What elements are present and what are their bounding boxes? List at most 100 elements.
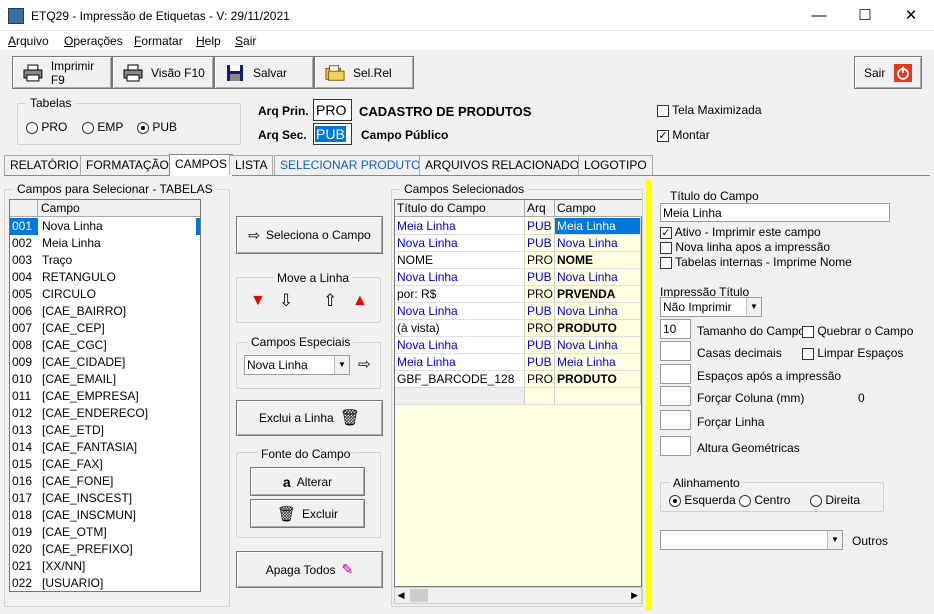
align-centro-radio[interactable] <box>739 494 751 507</box>
horizontal-scrollbar[interactable]: ◀ ▶ <box>394 587 642 604</box>
list-item[interactable]: 008 [CAE_CGC] <box>10 337 200 354</box>
seleciona-campo-button[interactable]: ⇨ Seleciona o Campo <box>236 216 383 254</box>
move-up-red-icon[interactable]: ▲ <box>352 292 368 310</box>
chevron-down-icon[interactable]: ▼ <box>334 356 349 374</box>
casas-decimais-input[interactable] <box>660 341 691 361</box>
tab-logotipo[interactable]: LOGOTIPO <box>578 155 653 175</box>
tela-maximizada-checkbox[interactable] <box>657 104 669 117</box>
arq-sec-field[interactable]: PUB <box>313 123 352 145</box>
tabelas-internas-option[interactable]: Tabelas internas - Imprime Nome <box>660 255 852 269</box>
table-row[interactable]: GBF_BARCODE_128 PRO PRODUTO <box>395 371 642 388</box>
list-item[interactable]: 016 [CAE_FONE] <box>10 473 200 490</box>
campos-col-header[interactable]: Campo <box>38 201 80 215</box>
col-arq-header[interactable]: Arq <box>525 200 555 216</box>
tab-relatorio[interactable]: RELATÓRIO <box>4 155 85 175</box>
list-item[interactable]: 013 [CAE_ETD] <box>10 422 200 439</box>
list-item[interactable]: 020 [CAE_PREFIXO] <box>10 541 200 558</box>
list-item[interactable]: 021 [XX/NN] <box>10 558 200 575</box>
save-button[interactable]: Salvar <box>214 56 314 89</box>
menu-help[interactable]: Help <box>196 34 221 48</box>
ativo-option[interactable]: ✓ Ativo - Imprimir este campo <box>660 225 821 239</box>
list-item[interactable]: 006 [CAE_BAIRRO] <box>10 303 200 320</box>
tab-lista[interactable]: LISTA <box>229 155 274 175</box>
table-row[interactable]: Meia Linha PUB Meia Linha <box>395 218 642 235</box>
align-esquerda-radio[interactable] <box>669 494 681 507</box>
list-item[interactable]: 004 RETANGULO <box>10 269 200 286</box>
minimize-button[interactable]: — <box>796 0 842 31</box>
move-down-outline-icon[interactable]: ⇩ <box>279 291 293 311</box>
list-item[interactable]: 017 [CAE_INSCEST] <box>10 490 200 507</box>
close-button[interactable]: ✕ <box>888 0 934 31</box>
radio-pro[interactable]: PRO <box>26 120 67 134</box>
list-item[interactable]: 002 Meia Linha <box>10 235 200 252</box>
print-button[interactable]: Imprimir F9 <box>12 56 112 89</box>
list-item[interactable]: 010 [CAE_EMAIL] <box>10 371 200 388</box>
nova-linha-option[interactable]: Nova linha apos a impressão <box>660 240 830 254</box>
list-item[interactable]: 005 CIRCULO <box>10 286 200 303</box>
table-row[interactable]: Nova Linha PUB Nova Linha <box>395 269 642 286</box>
table-row[interactable]: Nova Linha PUB Nova Linha <box>395 337 642 354</box>
table-row[interactable]: por: R$ PRO PRVENDA <box>395 286 642 303</box>
limpar-checkbox[interactable] <box>802 347 814 360</box>
col-titulo-header[interactable]: Título do Campo <box>395 200 525 216</box>
exclui-linha-button[interactable]: Exclui a Linha 🗑 <box>236 400 383 436</box>
col-campo-header[interactable]: Campo <box>555 201 596 215</box>
nova-linha-checkbox[interactable] <box>660 241 672 254</box>
radio-emp[interactable]: EMP <box>82 120 123 134</box>
alterar-fonte-button[interactable]: a Alterar <box>250 467 365 496</box>
radio-pub[interactable]: PUB <box>137 120 177 134</box>
list-item[interactable]: 009 [CAE_CIDADE] <box>10 354 200 371</box>
titulo-campo-input[interactable]: Meia Linha <box>660 203 890 222</box>
chevron-down-icon[interactable]: ▼ <box>827 531 842 549</box>
tela-maximizada-option[interactable]: Tela Maximizada <box>657 103 762 117</box>
outros-select[interactable]: ▼ <box>660 530 843 550</box>
campos-selecionados-grid[interactable]: Título do Campo Arq Campo Meia Linha PUB Mei… <box>394 199 642 587</box>
tab-formatacao[interactable]: FORMATAÇÃO <box>80 155 175 175</box>
menu-operacoes[interactable]: Operações <box>64 34 123 48</box>
list-item[interactable]: 019 [CAE_OTM] <box>10 524 200 541</box>
apaga-todos-button[interactable]: Apaga Todos ✎ <box>236 551 383 588</box>
list-item[interactable]: 001 Nova Linha <box>10 218 200 235</box>
espacos-input[interactable] <box>660 364 691 384</box>
radio-emp-circle[interactable] <box>82 121 94 134</box>
table-row[interactable]: (à vista) PRO PRODUTO <box>395 320 642 337</box>
excluir-fonte-button[interactable]: 🗑 Excluir <box>250 499 365 528</box>
arq-prin-field[interactable]: PRO <box>313 99 352 121</box>
add-especial-arrow-icon[interactable]: ⇨ <box>358 355 371 373</box>
exit-button[interactable]: Sair <box>854 56 922 89</box>
list-item[interactable]: 012 [CAE_ENDERECO] <box>10 405 200 422</box>
tab-selecionar-produtos[interactable]: SELECIONAR PRODUTOS <box>274 155 435 175</box>
table-row[interactable]: Nova Linha PUB Nova Linha <box>395 235 642 252</box>
campos-especiais-select[interactable]: Nova Linha ▼ <box>244 355 350 375</box>
align-esquerda[interactable]: Esquerda <box>669 493 736 507</box>
list-item[interactable]: 018 [CAE_INSCMUN] <box>10 507 200 524</box>
tamanho-campo-input[interactable]: 10 <box>660 319 691 339</box>
list-item[interactable]: 003 Traço <box>10 252 200 269</box>
menu-arquivo[interactable]: Arquivo <box>8 34 49 48</box>
table-row[interactable] <box>395 388 642 405</box>
move-down-red-icon[interactable]: ▼ <box>250 292 266 310</box>
align-centro[interactable]: Centro <box>739 493 790 507</box>
menu-formatar[interactable]: Formatar <box>134 34 183 48</box>
preview-button[interactable]: Visão F10 <box>112 56 214 89</box>
tab-campos[interactable]: CAMPOS <box>169 154 234 176</box>
quebrar-option[interactable]: Quebrar o Campo <box>802 324 913 338</box>
ativo-checkbox[interactable]: ✓ <box>660 226 672 239</box>
menu-sair[interactable]: Sair <box>235 34 256 48</box>
list-item[interactable]: 022 [USUARIO] <box>10 575 200 592</box>
table-row[interactable]: NOME PRO NOME <box>395 252 642 269</box>
list-item[interactable]: 011 [CAE_EMPRESA] <box>10 388 200 405</box>
table-row[interactable]: Nova Linha PUB Nova Linha <box>395 303 642 320</box>
forcar-linha-input[interactable] <box>660 410 691 430</box>
quebrar-checkbox[interactable] <box>802 325 814 338</box>
align-direita-radio[interactable] <box>810 494 822 507</box>
align-direita[interactable]: Direita <box>810 493 860 507</box>
altura-input[interactable] <box>660 436 691 456</box>
list-item[interactable]: 014 [CAE_FANTASIA] <box>10 439 200 456</box>
limpar-option[interactable]: Limpar Espaços <box>802 346 903 360</box>
chevron-down-icon[interactable]: ▼ <box>746 298 761 316</box>
montar-checkbox[interactable]: ✓ <box>657 129 669 142</box>
campos-list[interactable]: Campo 001 Nova Linha 002 Meia Linha 003 Traço… <box>9 199 201 592</box>
selrel-button[interactable]: Sel.Rel <box>314 56 414 89</box>
list-item[interactable]: 015 [CAE_FAX] <box>10 456 200 473</box>
